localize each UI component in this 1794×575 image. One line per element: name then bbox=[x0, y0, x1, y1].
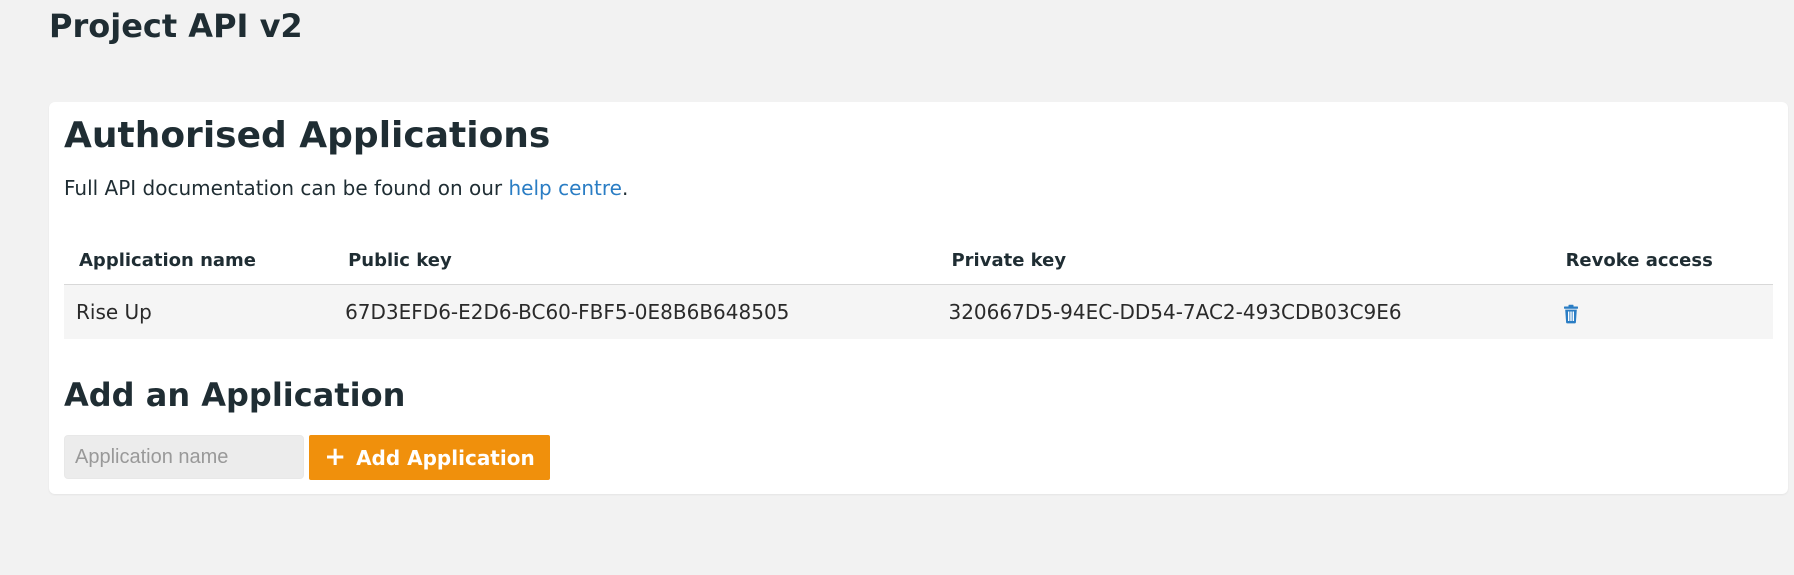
help-centre-link[interactable]: help centre bbox=[508, 176, 622, 200]
public-key-cell: 67D3EFD6-E2D6-BC60-FBF5-0E8B6B648505 bbox=[334, 284, 938, 339]
add-application-heading: Add an Application bbox=[64, 376, 406, 414]
add-application-button-label: Add Application bbox=[356, 445, 535, 470]
application-name-cell: Rise Up bbox=[64, 284, 335, 339]
applications-table: Application name Public key Private key … bbox=[64, 237, 1773, 339]
column-header-public-key: Public key bbox=[334, 237, 938, 285]
table-header-row: Application name Public key Private key … bbox=[64, 237, 1773, 285]
column-header-application-name: Application name bbox=[64, 237, 335, 285]
authorised-applications-heading: Authorised Applications bbox=[64, 115, 551, 156]
intro-suffix: . bbox=[621, 176, 629, 200]
private-key-cell: 320667D5-94EC-DD54-7AC2-493CDB03C9E6 bbox=[937, 284, 1552, 339]
authorised-applications-card: Authorised Applications Full API documen… bbox=[49, 102, 1788, 494]
api-docs-intro: Full API documentation can be found on o… bbox=[64, 174, 628, 202]
intro-text: Full API documentation can be found on o… bbox=[64, 176, 509, 200]
table-row: Rise Up 67D3EFD6-E2D6-BC60-FBF5-0E8B6B64… bbox=[64, 284, 1773, 339]
page-title: Project API v2 bbox=[49, 7, 303, 45]
column-header-private-key: Private key bbox=[937, 237, 1552, 285]
trash-icon[interactable] bbox=[1563, 304, 1579, 324]
revoke-access-cell bbox=[1551, 284, 1773, 339]
add-application-form: + Add Application bbox=[64, 435, 550, 481]
plus-icon: + bbox=[324, 441, 347, 472]
application-name-input[interactable] bbox=[64, 435, 304, 479]
column-header-revoke-access: Revoke access bbox=[1551, 237, 1773, 285]
add-application-button[interactable]: + Add Application bbox=[309, 435, 550, 480]
